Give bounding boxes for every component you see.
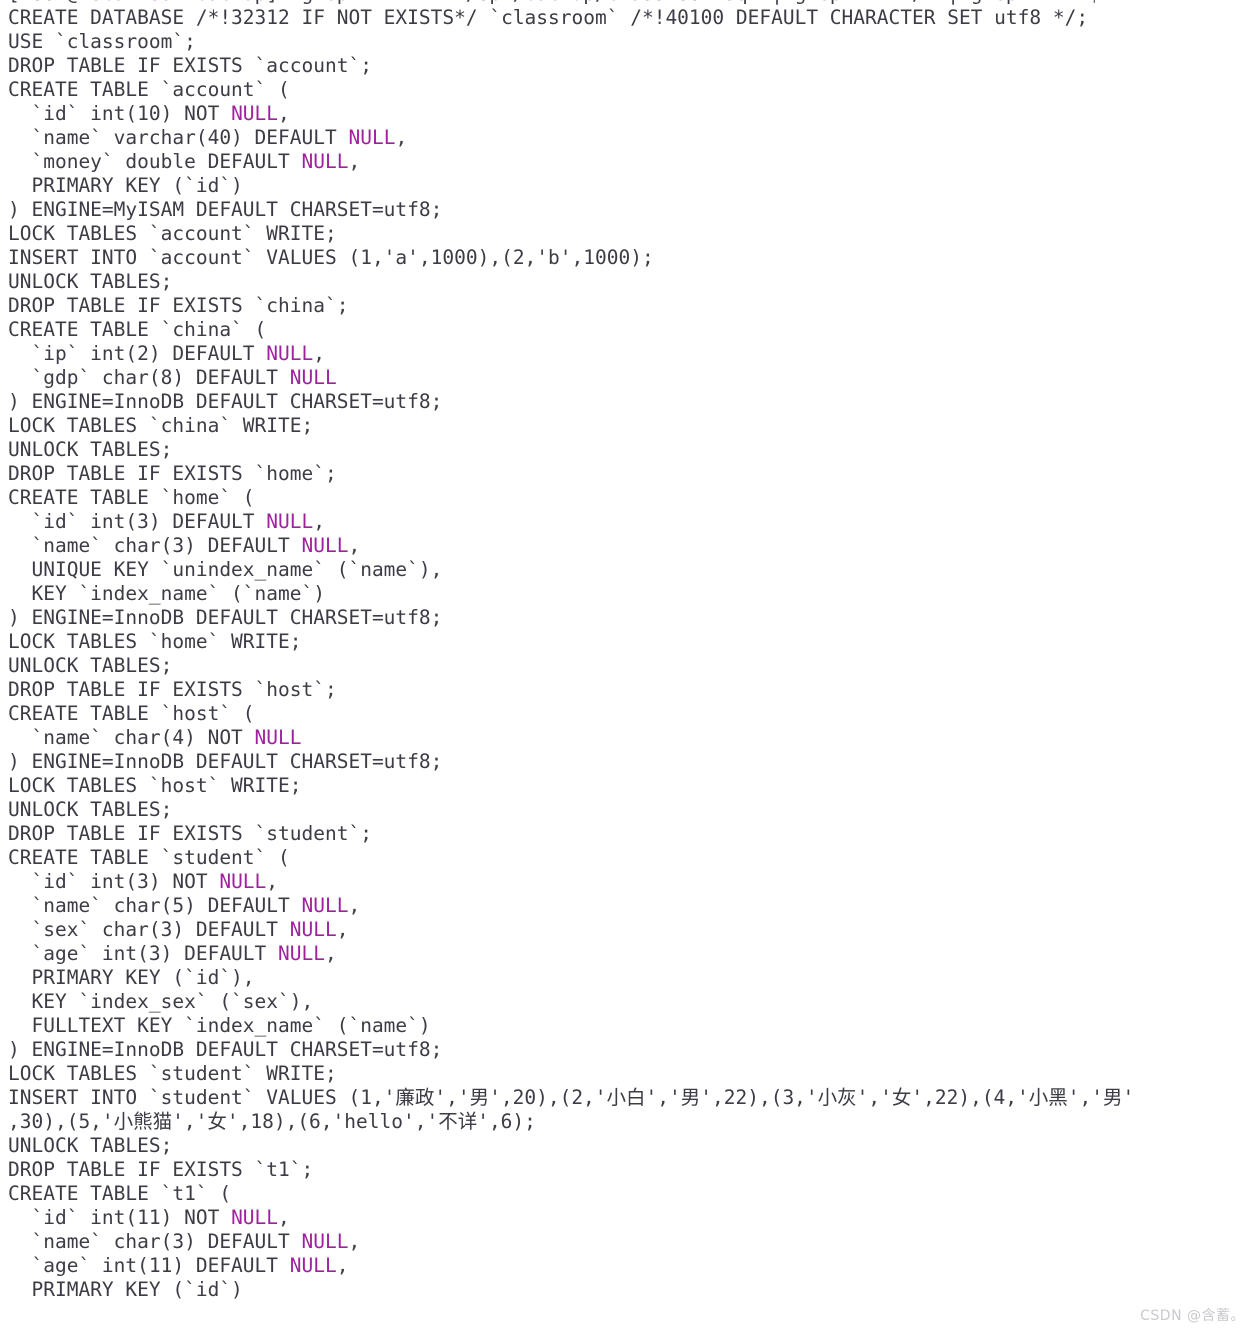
- sql-keyword-token: NULL: [301, 1230, 349, 1253]
- terminal-output-line: `sex` char(3) DEFAULT NULL,: [8, 918, 349, 941]
- terminal-output-line: LOCK TABLES `home` WRITE;: [8, 630, 302, 653]
- terminal-output-line: CREATE TABLE `home` (: [8, 486, 255, 509]
- terminal-output-line: `id` int(3) DEFAULT NULL,: [8, 510, 325, 533]
- csdn-watermark: CSDN @含蓄。: [1140, 1308, 1245, 1324]
- terminal-output-line: UNLOCK TABLES;: [8, 654, 173, 677]
- sql-keyword-token: NULL: [266, 510, 314, 533]
- terminal-output-line: ) ENGINE=InnoDB DEFAULT CHARSET=utf8;: [8, 390, 443, 413]
- sql-keyword-token: NULL: [301, 534, 349, 557]
- sql-keyword-token: NULL: [301, 150, 349, 173]
- terminal-output-line: CREATE TABLE `china` (: [8, 318, 267, 341]
- sql-keyword-token: NULL: [348, 126, 396, 149]
- terminal-output-line: `name` varchar(40) DEFAULT NULL,: [8, 126, 408, 149]
- terminal-output-line: ) ENGINE=MyISAM DEFAULT CHARSET=utf8;: [8, 198, 443, 221]
- sql-keyword-token: NULL: [301, 894, 349, 917]
- sql-keyword-token: NULL: [289, 1254, 337, 1277]
- terminal-output-line: LOCK TABLES `host` WRITE;: [8, 774, 302, 797]
- terminal-output-line: KEY `index_sex` (`sex`),: [8, 990, 314, 1013]
- terminal-output-line: DROP TABLE IF EXISTS `account`;: [8, 54, 372, 77]
- sql-keyword-token: NULL: [266, 342, 314, 365]
- terminal-output-line: `id` int(10) NOT NULL,: [8, 102, 290, 125]
- sql-keyword-token: NULL: [289, 918, 337, 941]
- terminal-output-line: `gdp` char(8) DEFAULT NULL: [8, 366, 337, 389]
- terminal-output-line: `money` double DEFAULT NULL,: [8, 150, 361, 173]
- sql-keyword-token: localhost: [78, 0, 184, 5]
- sql-keyword-token: NULL: [219, 870, 267, 893]
- terminal-output-line: UNIQUE KEY `unindex_name` (`name`),: [8, 558, 443, 581]
- terminal-output-line: FULLTEXT KEY `index_name` (`name`): [8, 1014, 431, 1037]
- terminal-output-line: CREATE TABLE `student` (: [8, 846, 290, 869]
- terminal-output-line: PRIMARY KEY (`id`): [8, 1278, 243, 1301]
- terminal-output-line: DROP TABLE IF EXISTS `china`;: [8, 294, 349, 317]
- terminal-output-line: PRIMARY KEY (`id`),: [8, 966, 255, 989]
- terminal-output-line: INSERT INTO `student` VALUES (1,'廉政','男'…: [8, 1086, 1135, 1109]
- sql-keyword-token: NULL: [278, 942, 325, 965]
- terminal-output-line: UNLOCK TABLES;: [8, 438, 173, 461]
- terminal-output-line: LOCK TABLES `china` WRITE;: [8, 414, 314, 437]
- terminal-output-line: ,30),(5,'小熊猫','女',18),(6,'hello','不详',6)…: [8, 1110, 536, 1133]
- sql-keyword-token: NULL: [231, 1206, 279, 1229]
- terminal-output-line: `name` char(5) DEFAULT NULL,: [8, 894, 361, 917]
- terminal-window[interactable]: [root@localhost backup]# grep -v "^--" /…: [0, 0, 1253, 1331]
- terminal-output-line: CREATE TABLE `host` (: [8, 702, 255, 725]
- terminal-output-line: USE `classroom`;: [8, 30, 196, 53]
- terminal-output-line: `age` int(3) DEFAULT NULL,: [8, 942, 337, 965]
- terminal-output-line: DROP TABLE IF EXISTS `host`;: [8, 678, 337, 701]
- terminal-output-line: CREATE DATABASE /*!32312 IF NOT EXISTS*/…: [8, 6, 1089, 29]
- terminal-output-line: UNLOCK TABLES;: [8, 798, 173, 821]
- terminal-output-line: PRIMARY KEY (`id`): [8, 174, 243, 197]
- terminal-output-line: ) ENGINE=InnoDB DEFAULT CHARSET=utf8;: [8, 750, 443, 773]
- terminal-output-line: INSERT INTO `account` VALUES (1,'a',1000…: [8, 246, 654, 269]
- terminal-output-line: CREATE TABLE `t1` (: [8, 1182, 232, 1205]
- terminal-output-line: DROP TABLE IF EXISTS `t1`;: [8, 1158, 314, 1181]
- sql-keyword-token: NULL: [231, 102, 279, 125]
- terminal-output-line: `id` int(11) NOT NULL,: [8, 1206, 290, 1229]
- terminal-output-line: `name` char(3) DEFAULT NULL,: [8, 1230, 361, 1253]
- terminal-output-line: UNLOCK TABLES;: [8, 1134, 173, 1157]
- terminal-output-line: LOCK TABLES `student` WRITE;: [8, 1062, 337, 1085]
- terminal-output-line: UNLOCK TABLES;: [8, 270, 173, 293]
- terminal-output-line: CREATE TABLE `account` (: [8, 78, 290, 101]
- terminal-output-line: DROP TABLE IF EXISTS `home`;: [8, 462, 337, 485]
- terminal-line-list: [root@localhost backup]# grep -v "^--" /…: [8, 0, 1253, 1302]
- terminal-output-line: `id` int(3) NOT NULL,: [8, 870, 279, 893]
- terminal-output-line: KEY `index_name` (`name`): [8, 582, 325, 605]
- terminal-output-line: `ip` int(2) DEFAULT NULL,: [8, 342, 325, 365]
- sql-keyword-token: NULL: [254, 726, 302, 749]
- terminal-output-line: ) ENGINE=InnoDB DEFAULT CHARSET=utf8;: [8, 606, 443, 629]
- terminal-output-line: `age` int(11) DEFAULT NULL,: [8, 1254, 349, 1277]
- terminal-output-scroll[interactable]: [root@localhost backup]# grep -v "^--" /…: [8, 0, 1253, 1302]
- terminal-output-line: DROP TABLE IF EXISTS `student`;: [8, 822, 372, 845]
- terminal-output-line: `name` char(4) NOT NULL: [8, 726, 302, 749]
- terminal-output-line: ) ENGINE=InnoDB DEFAULT CHARSET=utf8;: [8, 1038, 443, 1061]
- terminal-output-line: LOCK TABLES `account` WRITE;: [8, 222, 337, 245]
- terminal-output-line: `name` char(3) DEFAULT NULL,: [8, 534, 361, 557]
- sql-keyword-token: NULL: [289, 366, 337, 389]
